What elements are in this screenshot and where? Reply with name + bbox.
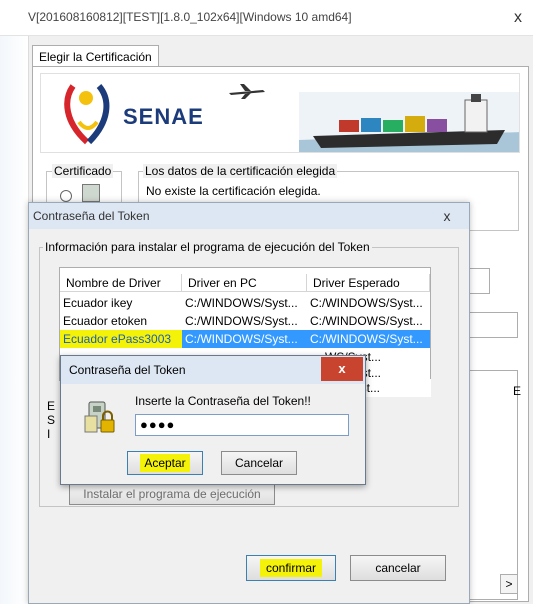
token-dialog-title: Contraseña del Token xyxy=(33,209,150,223)
background-list-fragment xyxy=(470,370,518,600)
senae-banner: SENAE xyxy=(40,73,520,153)
datos-status-text: No existe la certificación elegida. xyxy=(146,184,321,198)
background-field-fragment xyxy=(470,268,490,294)
password-dialog-title: Contraseña del Token xyxy=(69,363,186,377)
airplane-icon xyxy=(229,84,265,99)
background-panel-fragment xyxy=(470,312,518,338)
token-dialog-close-button[interactable]: x xyxy=(435,206,459,226)
driver-pc-cell: C:/WINDOWS/Syst... xyxy=(185,296,298,310)
cancel-password-button[interactable]: Cancelar xyxy=(221,451,297,475)
password-prompt: Inserte la Contraseña del Token!! xyxy=(135,394,311,408)
accept-button[interactable]: Aceptar xyxy=(127,451,203,475)
table-row[interactable]: Ecuador etoken C:/WINDOWS/Syst... C:/WIN… xyxy=(60,312,430,330)
accept-label: Aceptar xyxy=(140,454,190,472)
partial-label-e: E xyxy=(47,399,56,413)
table-row[interactable]: Ecuador ikey C:/WINDOWS/Syst... C:/WINDO… xyxy=(60,294,430,312)
driver-name-cell: Ecuador ePass3003 xyxy=(60,330,182,348)
tab-elegir-certificacion[interactable]: Elegir la Certificación xyxy=(32,45,159,68)
password-dialog-close-button[interactable]: x xyxy=(321,357,363,381)
desktop-background xyxy=(0,36,28,604)
confirm-button[interactable]: confirmar xyxy=(246,555,336,581)
main-window-close-button[interactable]: x xyxy=(506,6,530,30)
driver-pc-cell: C:/WINDOWS/Syst... xyxy=(182,330,307,348)
driver-name-cell: Ecuador ikey xyxy=(63,296,133,310)
table-header: Nombre de Driver Driver en PC Driver Esp… xyxy=(60,274,430,292)
cancel-button[interactable]: cancelar xyxy=(350,555,446,581)
main-window-title: V[201608160812][TEST][1.8.0_102x64][Wind… xyxy=(28,10,352,24)
datos-certificacion-label: Los datos de la certificación elegida xyxy=(143,164,338,178)
partial-column-letter: E xyxy=(513,384,522,398)
driver-expected-cell: C:/WINDOWS/Syst... xyxy=(310,314,423,328)
senae-logo-icon xyxy=(64,84,110,145)
confirm-label: confirmar xyxy=(259,559,322,577)
scroll-right-button[interactable]: > xyxy=(500,574,518,594)
certificado-radio[interactable] xyxy=(60,190,72,202)
certificado-label: Certificado xyxy=(52,164,114,178)
column-header[interactable]: Driver en PC xyxy=(182,274,307,292)
cargo-ship-image xyxy=(299,92,519,152)
driver-expected-cell: C:/WINDOWS/Syst... xyxy=(307,330,430,348)
table-row-selected[interactable]: Ecuador ePass3003 C:/WINDOWS/Syst... C:/… xyxy=(60,330,430,348)
driver-name-cell: Ecuador etoken xyxy=(63,314,148,328)
partial-label-i: I xyxy=(47,427,51,441)
partial-label-s: S xyxy=(47,413,56,427)
column-header[interactable]: Nombre de Driver xyxy=(60,274,182,292)
driver-expected-cell: C:/WINDOWS/Syst... xyxy=(310,296,423,310)
driver-info-label: Información para instalar el programa de… xyxy=(43,240,372,254)
password-dialog: Contraseña del Token x Inserte la Contra… xyxy=(60,355,366,485)
password-input[interactable]: ●●●● xyxy=(135,414,349,436)
install-driver-button[interactable]: Instalar el programa de ejecución xyxy=(69,483,275,505)
driver-pc-cell: C:/WINDOWS/Syst... xyxy=(185,314,298,328)
usb-token-lock-icon xyxy=(84,401,115,433)
column-header[interactable]: Driver Esperado xyxy=(307,274,430,292)
brand-name: SENAE xyxy=(123,104,204,129)
token-device-icon xyxy=(82,184,100,202)
